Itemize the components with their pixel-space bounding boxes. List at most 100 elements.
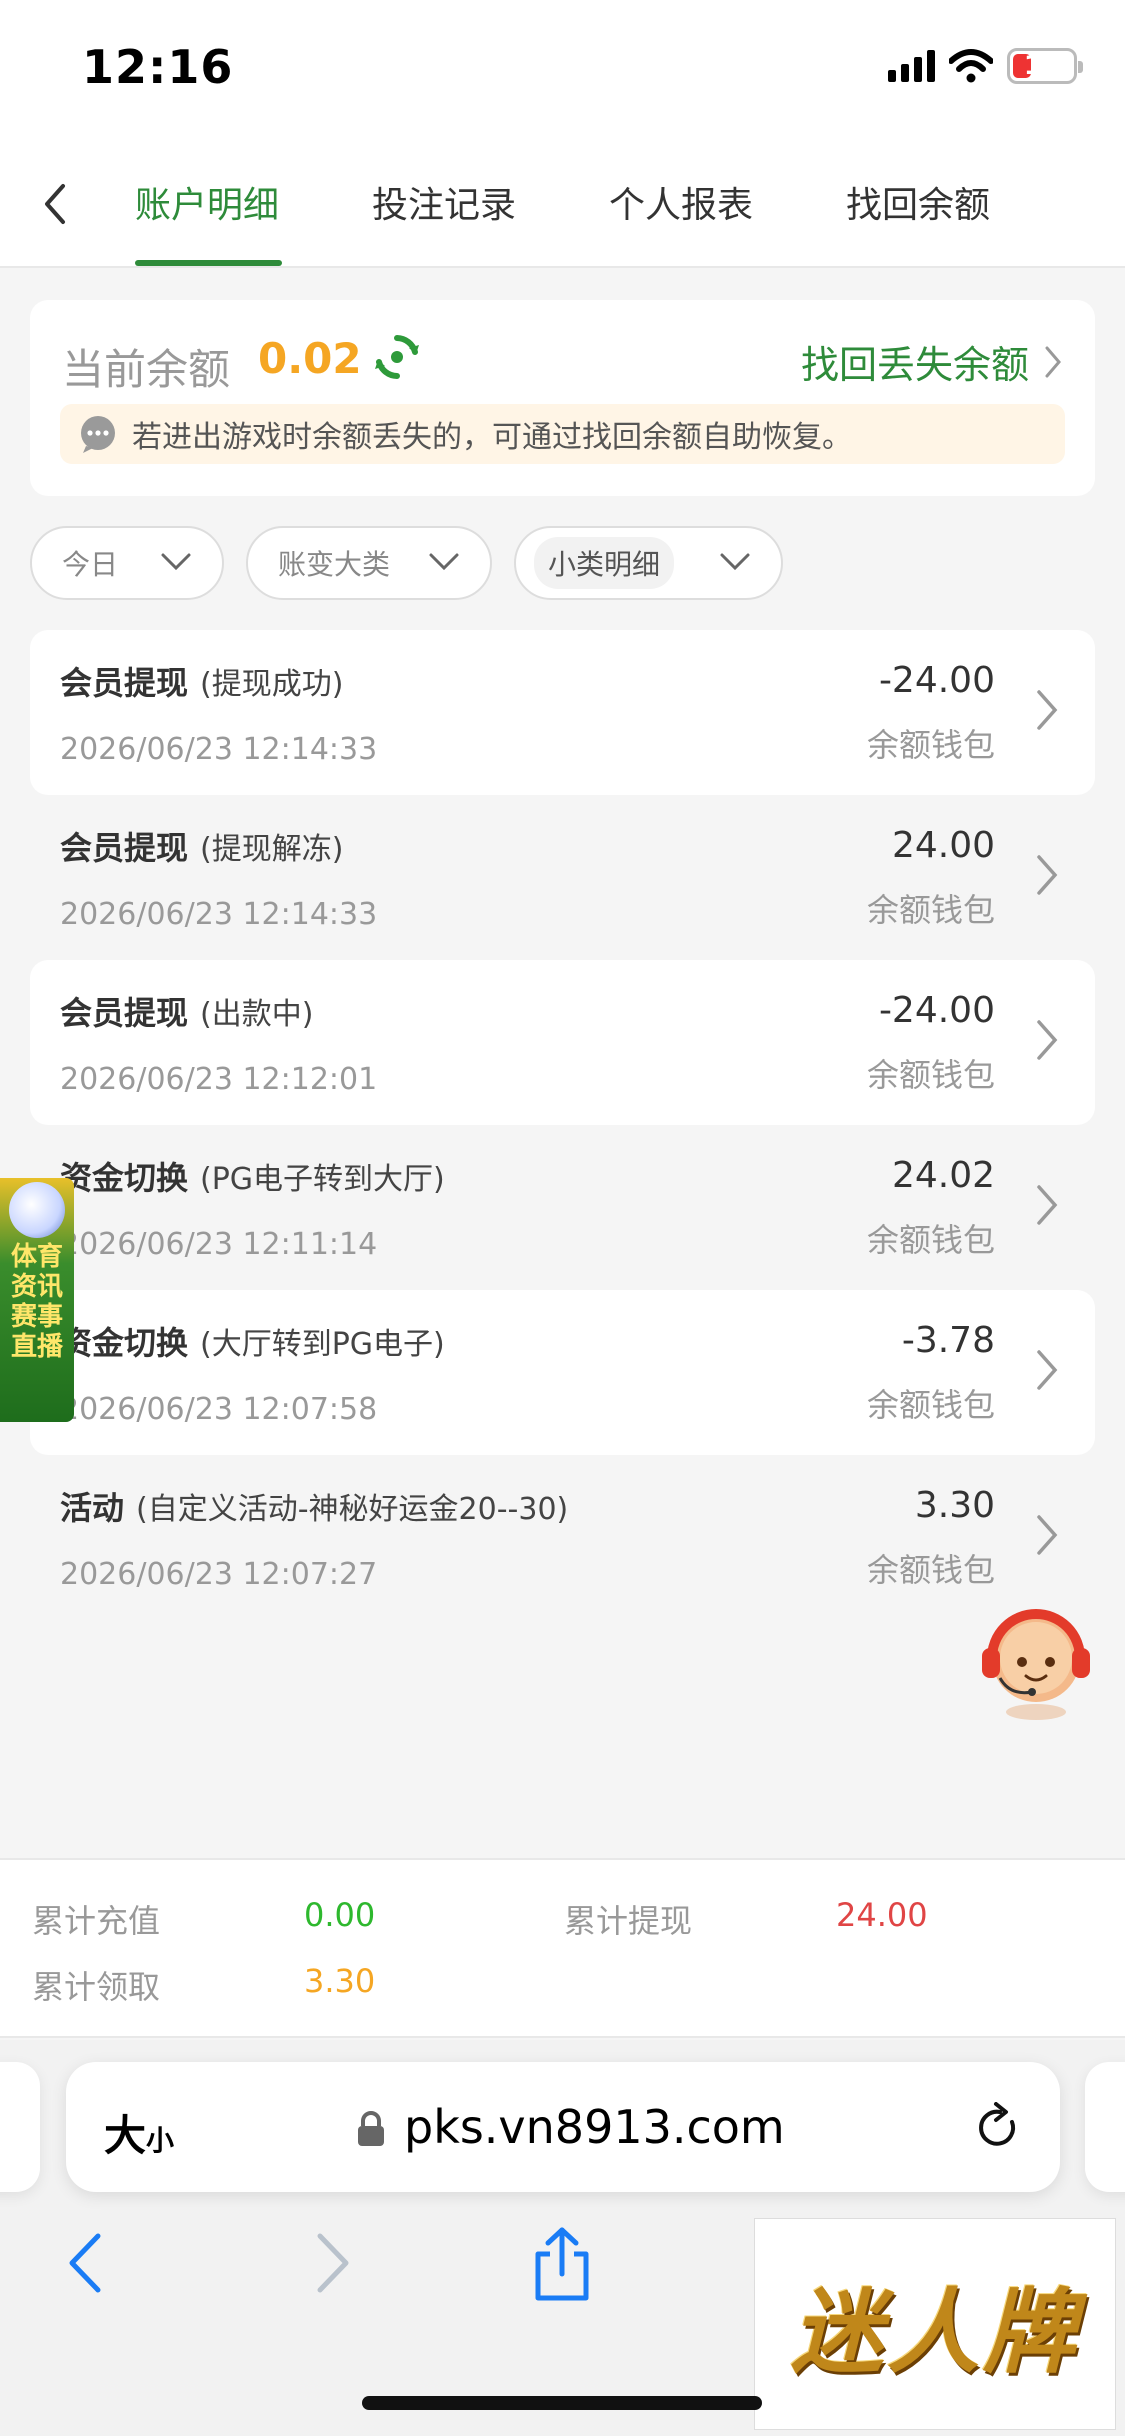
side-badge-line2: 赛事直播: [10, 1302, 63, 1362]
record-amount: -24.00: [878, 990, 995, 1031]
record-amount: -3.78: [901, 1320, 995, 1361]
lock-icon: [358, 2111, 384, 2146]
filter-date-label: 今日: [62, 548, 119, 581]
filter-category[interactable]: 账变大类: [246, 526, 492, 600]
watermark-text: 迷人牌: [790, 2277, 1079, 2386]
url-text: pks.vn8913.com: [404, 2100, 785, 2154]
home-indicator[interactable]: [362, 2396, 762, 2410]
notice-text: 若进出游戏时余额丢失的，可通过找回余额自助恢复。: [132, 420, 852, 455]
filter-category-label: 账变大类: [278, 548, 391, 581]
chevron-right-icon: [1037, 1185, 1058, 1225]
record-amount: 24.02: [891, 1155, 995, 1196]
balance-card: 当前余额 0.02 找回丢失余额 若进出游戏时余额丢失的，可通过找回余额自助恢复…: [30, 300, 1095, 496]
record-subtitle: (大厅转到PG电子): [200, 1327, 445, 1362]
record-amount: 3.30: [914, 1485, 995, 1526]
customer-service-icon[interactable]: [974, 1600, 1098, 1724]
refresh-icon[interactable]: [372, 332, 422, 382]
record-time: 2026/06/23 12:11:14: [60, 1227, 378, 1262]
record-title: 会员提现: [60, 994, 189, 1032]
record-wallet: 余额钱包: [866, 1386, 995, 1424]
chevron-right-icon: [1037, 690, 1058, 730]
record-subtitle: (提现成功): [200, 667, 344, 702]
tab-personal-report[interactable]: 个人报表: [609, 176, 753, 228]
record-amount: -24.00: [878, 660, 995, 701]
back-button[interactable]: [30, 174, 80, 234]
address-bar[interactable]: 大小 pks.vn8913.com: [66, 2062, 1060, 2192]
recharge-total-label: 累计充值: [32, 1902, 161, 1940]
record-time: 2026/06/23 12:07:27: [60, 1557, 378, 1592]
claim-total-label: 累计领取: [32, 1968, 161, 2006]
watermark-logo: 迷人牌: [754, 2218, 1116, 2430]
share-icon[interactable]: [530, 2226, 594, 2302]
record-subtitle: (出款中): [200, 997, 314, 1032]
record-title: 会员提现: [60, 829, 189, 867]
chevron-right-icon: [1037, 1020, 1058, 1060]
record-item[interactable]: 资金切换 (大厅转到PG电子) 2026/06/23 12:07:58 -3.78…: [30, 1290, 1095, 1455]
record-item[interactable]: 会员提现 (提现解冻) 2026/06/23 12:14:33 24.00 余额钱…: [30, 795, 1095, 960]
record-subtitle: (自定义活动-神秘好运金20--30): [136, 1492, 569, 1527]
record-time: 2026/06/23 12:12:01: [60, 1062, 378, 1097]
record-title: 活动: [60, 1489, 125, 1527]
record-amount: 24.00: [891, 825, 995, 866]
record-wallet: 余额钱包: [866, 1551, 995, 1589]
recover-notice: 若进出游戏时余额丢失的，可通过找回余额自助恢复。: [60, 404, 1065, 464]
record-item[interactable]: 资金切换 (PG电子转到大厅) 2026/06/23 12:11:14 24.02…: [30, 1125, 1095, 1290]
status-icons: 14: [888, 48, 1083, 84]
status-time: 12:16: [82, 40, 234, 94]
record-wallet: 余额钱包: [866, 1221, 995, 1259]
chevron-right-icon: [1037, 1350, 1058, 1390]
prev-tab-card[interactable]: [0, 2062, 40, 2192]
record-subtitle: (PG电子转到大厅): [200, 1162, 445, 1197]
chevron-right-icon: [1037, 1515, 1058, 1555]
withdraw-total-value: 24.00: [836, 1896, 928, 1934]
browser-back-icon[interactable]: [64, 2230, 108, 2296]
record-wallet: 余额钱包: [866, 891, 995, 929]
battery-level: 14: [1023, 51, 1061, 81]
recover-lost-balance-link[interactable]: 找回丢失余额: [801, 334, 1063, 389]
balance-label: 当前余额: [62, 345, 231, 394]
text-size-button[interactable]: 大小: [104, 2102, 174, 2163]
summary-panel: 累计充值 0.00 累计提现 24.00 累计领取 3.30: [0, 1858, 1125, 2038]
reload-icon[interactable]: [974, 2102, 1022, 2152]
record-time: 2026/06/23 12:14:33: [60, 897, 378, 932]
balance-value: 0.02: [258, 334, 362, 383]
chevron-right-icon: [1037, 855, 1058, 895]
tab-account-details[interactable]: 账户明细: [135, 176, 279, 228]
record-time: 2026/06/23 12:07:58: [60, 1392, 378, 1427]
record-item[interactable]: 会员提现 (出款中) 2026/06/23 12:12:01 -24.00 余额钱…: [30, 960, 1095, 1125]
record-item[interactable]: 会员提现 (提现成功) 2026/06/23 12:14:33 -24.00 余额…: [30, 630, 1095, 795]
record-title: 资金切换: [60, 1324, 189, 1362]
status-bar: 12:16 14: [0, 0, 1125, 140]
record-title: 资金切换: [60, 1159, 189, 1197]
signal-icon: [888, 50, 935, 82]
record-time: 2026/06/23 12:14:33: [60, 732, 378, 767]
tab-recover-balance[interactable]: 找回余额: [846, 176, 990, 228]
filter-subcategory[interactable]: 小类明细: [514, 526, 783, 600]
mascot-ball-icon: [9, 1182, 65, 1238]
top-nav: 账户明细 投注记录 个人报表 找回余额: [0, 140, 1125, 268]
chevron-left-icon: [45, 184, 65, 224]
chevron-right-icon: [1045, 346, 1061, 377]
sports-live-badge[interactable]: 体育资讯 赛事直播: [0, 1178, 74, 1422]
wifi-icon: [949, 49, 993, 83]
record-title: 会员提现: [60, 664, 189, 702]
filter-date[interactable]: 今日: [30, 526, 224, 600]
side-badge-line1: 体育资讯: [10, 1242, 63, 1302]
tab-bet-records[interactable]: 投注记录: [372, 176, 516, 228]
chevron-down-icon: [429, 553, 459, 571]
claim-total-value: 3.30: [304, 1962, 376, 2000]
record-item[interactable]: 活动 (自定义活动-神秘好运金20--30) 2026/06/23 12:07:2…: [30, 1455, 1095, 1620]
record-subtitle: (提现解冻): [200, 832, 344, 867]
active-tab-indicator: [135, 260, 282, 266]
browser-forward-icon[interactable]: [310, 2230, 354, 2296]
recharge-total-value: 0.00: [304, 1896, 376, 1934]
record-wallet: 余额钱包: [866, 726, 995, 764]
battery-icon: 14: [1007, 48, 1083, 84]
chevron-down-icon: [161, 553, 191, 571]
recover-link-label: 找回丢失余额: [800, 343, 1029, 387]
text-size-big: 大: [104, 2111, 147, 2160]
text-size-small: 小: [146, 2124, 175, 2157]
filter-subcategory-label: 小类明细: [534, 537, 675, 589]
next-tab-card[interactable]: [1085, 2062, 1125, 2192]
chat-bubble-icon: [81, 416, 115, 453]
